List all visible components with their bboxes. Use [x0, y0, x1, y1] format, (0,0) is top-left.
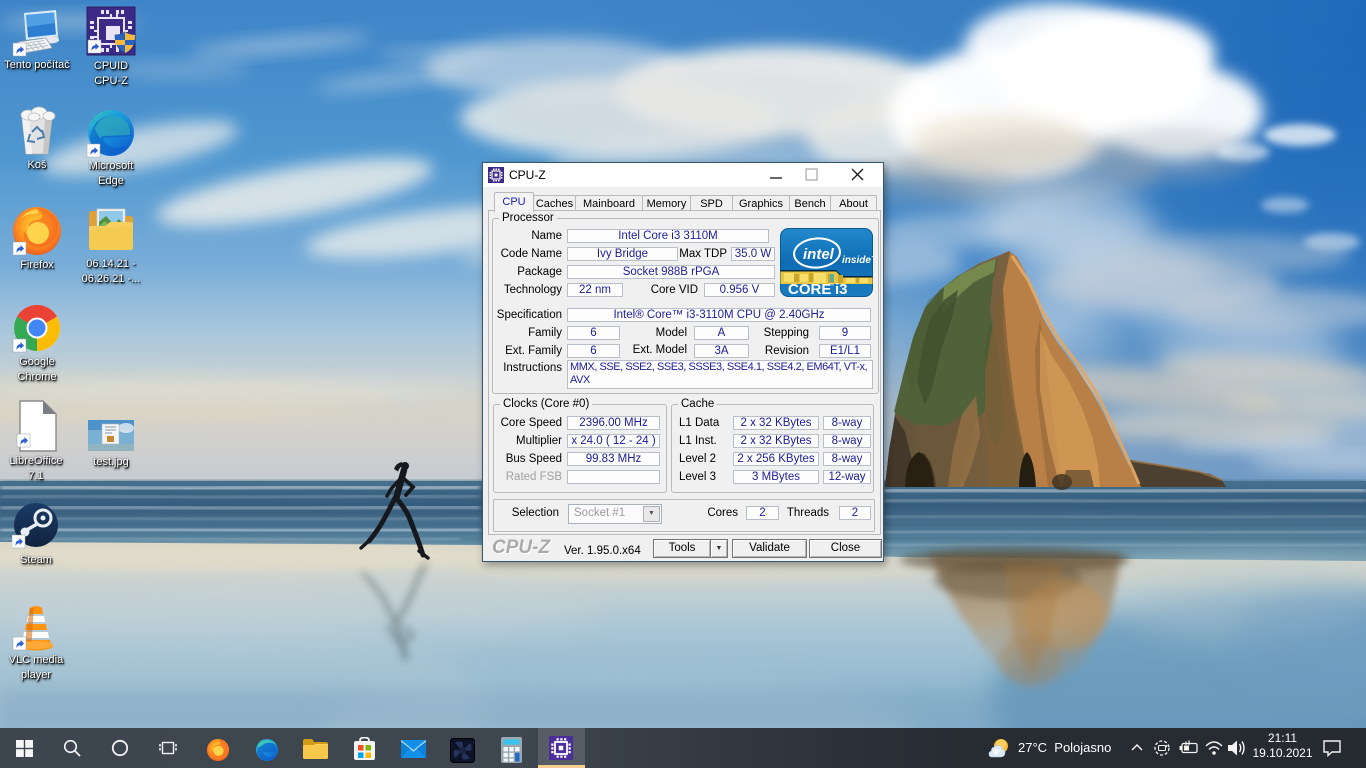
svg-text:™: ™: [829, 283, 834, 289]
svg-text:i3: i3: [835, 281, 848, 297]
svg-text:inside™: inside™: [842, 255, 873, 266]
svg-text:intel: intel: [803, 246, 835, 263]
svg-text:CORE: CORE: [788, 281, 831, 297]
